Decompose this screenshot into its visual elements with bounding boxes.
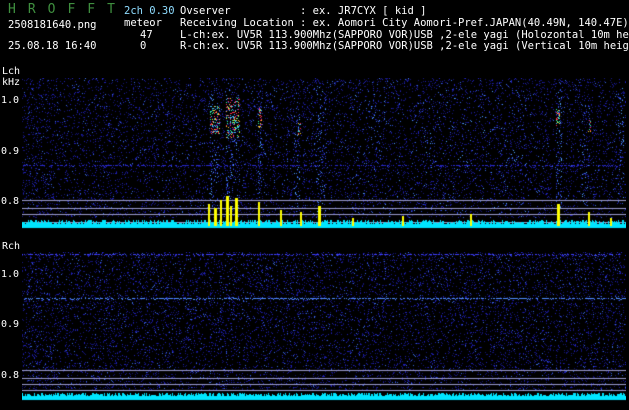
location-value: : ex. Aomori City Aomori-Pref.JAPAN(40.4… — [300, 17, 629, 29]
observer-label: Ovserver — [180, 5, 231, 17]
lch-label: Lch — [2, 66, 21, 77]
rch-y-label: 0.9 — [1, 319, 20, 330]
rch-y-label: 0.8 — [1, 370, 20, 381]
lch-y-label: 0.9 — [1, 146, 20, 157]
lch-count: 47 — [140, 29, 153, 41]
lch-info: L-ch:ex. UV5R 113.900Mhz(SAPPORO VOR)USB… — [180, 30, 629, 41]
location-label: Receiving Location — [180, 17, 294, 29]
lch-spectrogram — [22, 78, 626, 232]
date-time: 25.08.18 16:40 — [8, 40, 97, 52]
rch-spectrogram — [22, 252, 626, 404]
mode-label: meteor — [124, 17, 162, 29]
lch-y-label: 0.8 — [1, 196, 20, 207]
rch-y-label: 1.0 — [1, 269, 20, 280]
lch-y-label: 1.0 — [1, 95, 20, 106]
file-name: 2508181640.png — [8, 19, 97, 31]
lch-unit: kHz — [2, 77, 21, 88]
version-label: 2ch 0.30 — [124, 5, 175, 17]
observer-value: : ex. JR7CYX [ kid ] — [300, 5, 427, 17]
rch-info: R-ch:ex. UV5R 113.900Mhz(SAPPORO VOR)USB… — [180, 41, 629, 52]
app-logo: HROFFT — [8, 2, 127, 17]
rch-label: Rch — [2, 241, 21, 252]
rch-count: 0 — [140, 40, 147, 52]
